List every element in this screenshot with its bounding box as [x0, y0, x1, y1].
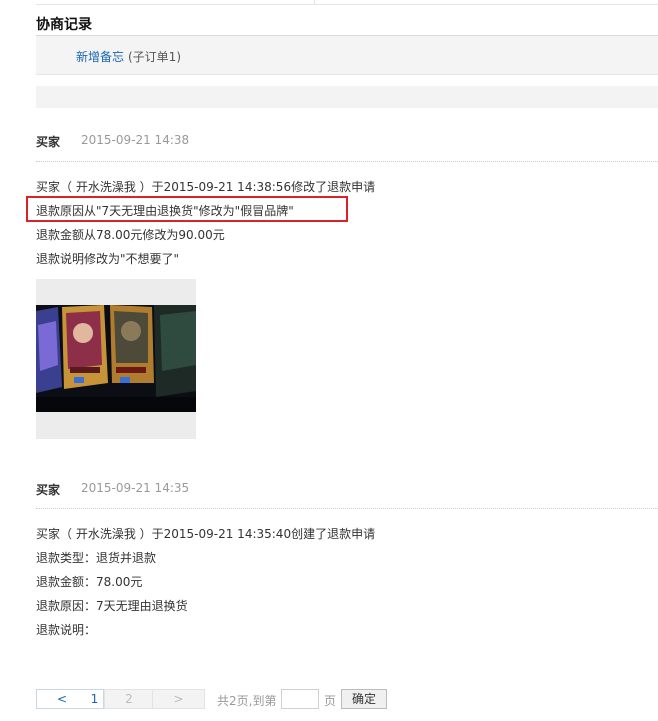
pager-page-word: 页	[324, 694, 337, 708]
table-divider	[314, 0, 315, 4]
negotiation-record-page: 协商记录 新增备忘 (子订单1) 买家 2015-09-21 14:38 买家（…	[0, 0, 658, 721]
record-line: 退款金额：78.00元	[36, 575, 143, 589]
record-time: 2015-09-21 14:38	[81, 133, 190, 147]
pager-page-1[interactable]: 1	[86, 689, 104, 709]
top-table-edge	[36, 0, 658, 5]
pager-page-2[interactable]: 2	[104, 689, 154, 709]
record-line: 退款类型：退货并退款	[36, 551, 157, 565]
memo-suborder-note: (子订单1)	[128, 50, 181, 64]
record-line: 退款金额从78.00元修改为90.00元	[36, 228, 225, 242]
pager-next-button[interactable]: >	[152, 689, 205, 709]
record-divider	[36, 161, 658, 162]
record-header: 买家 2015-09-21 14:35	[36, 481, 189, 498]
spacer-band	[36, 86, 658, 108]
pager-total-text: 共2页,到第	[217, 694, 277, 708]
pager-confirm-button[interactable]: 确定	[341, 689, 387, 709]
memo-bar: 新增备忘 (子订单1)	[36, 36, 658, 75]
record-line: 退款原因：7天无理由退换货	[36, 599, 188, 613]
attachment-image	[36, 305, 196, 412]
game-screenshot-icon	[36, 305, 196, 412]
attachment-thumbnail[interactable]	[36, 279, 196, 439]
highlight-annotation-box	[26, 196, 348, 222]
record-time: 2015-09-21 14:35	[81, 481, 190, 495]
record-divider	[36, 508, 658, 509]
record-line: 退款说明：	[36, 623, 97, 637]
section-title: 协商记录	[36, 17, 92, 33]
add-memo-link[interactable]: 新增备忘	[76, 48, 124, 65]
record-author: 买家	[36, 483, 61, 497]
record-author: 买家	[36, 135, 61, 149]
pager-prev-button[interactable]: <	[36, 689, 88, 709]
record-line: 买家（ 开水洗澡我 ）于2015-09-21 14:38:56修改了退款申请	[36, 180, 376, 194]
record-line: 退款说明修改为"不想要了"	[36, 252, 180, 266]
record-header: 买家 2015-09-21 14:38	[36, 133, 189, 150]
record-line: 买家（ 开水洗澡我 ）于2015-09-21 14:35:40创建了退款申请	[36, 527, 376, 541]
page-number-input[interactable]	[281, 689, 319, 709]
